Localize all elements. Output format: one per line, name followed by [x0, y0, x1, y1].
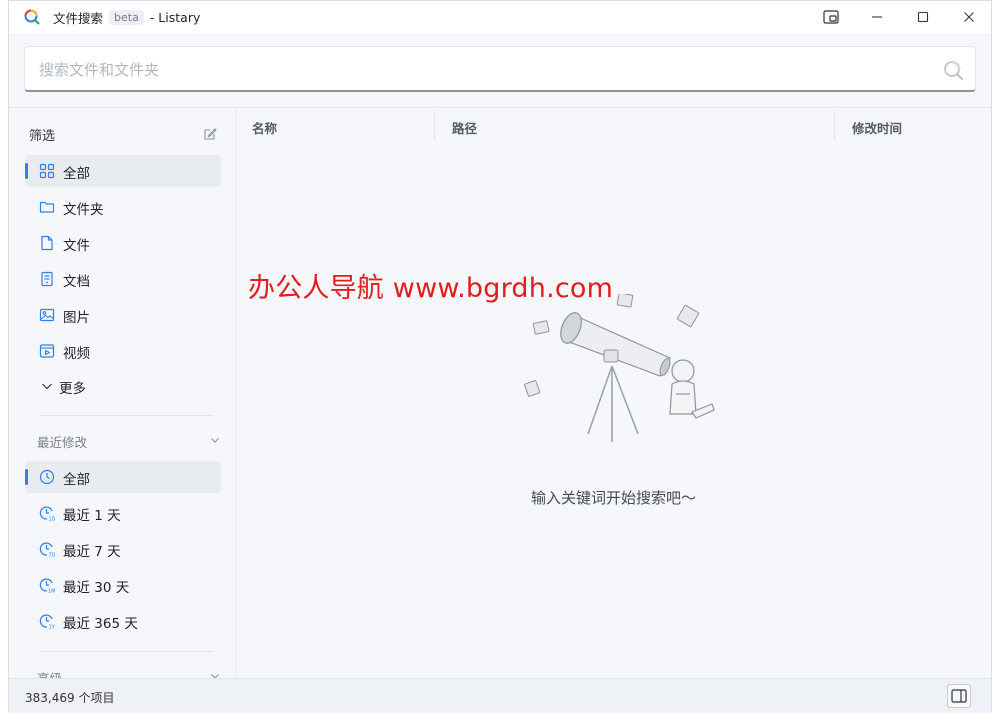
chevron-down-icon[interactable] — [209, 670, 221, 678]
filter-files[interactable]: 文件 — [25, 227, 221, 259]
filter-sidebar: 筛选 全部 文件夹 文件 文档 图片 视频 更多 最近修改 全部 1D 最近 1… — [9, 108, 236, 678]
filter-title: 筛选 — [29, 129, 56, 144]
clock-1d-icon: 1D — [39, 506, 56, 522]
filter-label: 文件夹 — [63, 202, 104, 218]
filter-videos[interactable]: 视频 — [25, 335, 221, 367]
recent-label: 最近 1 天 — [63, 508, 121, 524]
close-button[interactable] — [946, 1, 992, 33]
search-icon[interactable] — [941, 58, 965, 82]
app-window: 文件搜索 beta - Listary 搜索文件和文件夹 筛选 全部 文件夹 文… — [8, 0, 992, 713]
compact-window-icon — [823, 10, 839, 24]
window-title-text: 文件搜索 — [53, 11, 104, 26]
toggle-preview-panel-button[interactable] — [947, 684, 971, 708]
compact-mode-button[interactable] — [808, 1, 854, 33]
title-bar[interactable]: 文件搜索 beta - Listary — [9, 1, 991, 33]
document-icon — [41, 271, 53, 287]
filter-folders[interactable]: 文件夹 — [25, 191, 221, 223]
column-header-name[interactable]: 名称 — [236, 108, 434, 142]
search-box[interactable] — [24, 46, 976, 92]
recent-label: 最近 365 天 — [63, 616, 138, 632]
filter-label: 文档 — [63, 274, 90, 290]
maximize-icon — [917, 11, 929, 23]
app-name: - Listary — [149, 10, 201, 25]
search-area — [9, 33, 991, 108]
filter-label: 图片 — [63, 310, 90, 326]
recent-365-days[interactable]: 1Y 最近 365 天 — [25, 605, 221, 637]
filter-images[interactable]: 图片 — [25, 299, 221, 331]
empty-state-message: 输入关键词开始搜索吧～ — [530, 489, 696, 507]
recent-all[interactable]: 全部 — [25, 461, 221, 493]
clock-7d-icon: 7D — [39, 542, 56, 558]
chevron-down-icon — [42, 383, 52, 390]
recent-1-day[interactable]: 1D 最近 1 天 — [25, 497, 221, 529]
minimize-icon — [872, 16, 882, 18]
recent-label: 最近 7 天 — [63, 544, 121, 560]
filter-label: 全部 — [63, 166, 90, 182]
recent-label: 全部 — [63, 472, 90, 488]
maximize-button[interactable] — [900, 1, 946, 33]
grid-icon — [39, 163, 55, 179]
item-count: 383,469 个项目 — [25, 691, 115, 705]
file-icon — [41, 235, 53, 251]
close-icon — [964, 12, 974, 22]
column-path-label: 路径 — [452, 121, 478, 136]
window-title: 文件搜索 beta - Listary — [53, 8, 200, 27]
clock-1d-sub: 1D — [49, 517, 56, 522]
folder-icon — [39, 201, 55, 213]
filter-all[interactable]: 全部 — [25, 155, 221, 187]
minimize-button[interactable] — [854, 1, 900, 33]
watermark-text: 办公人导航 www.bgrdh.com — [248, 273, 614, 304]
clock-icon — [39, 469, 55, 485]
recent-7-days[interactable]: 7D 最近 7 天 — [25, 533, 221, 565]
edit-filter-icon[interactable] — [203, 127, 217, 141]
beta-badge: beta — [109, 10, 144, 25]
filter-label: 文件 — [63, 238, 90, 254]
results-panel: 名称 路径 修改时间 输入关键词开始搜索吧～ 办公人导航 www.bgrdh.c… — [236, 108, 991, 678]
filter-documents[interactable]: 文档 — [25, 263, 221, 295]
filter-label: 视频 — [63, 346, 90, 362]
chevron-down-icon[interactable] — [209, 434, 221, 446]
telescope-illustration — [524, 294, 715, 442]
column-header-path[interactable]: 路径 — [435, 108, 834, 142]
search-input[interactable] — [37, 57, 921, 83]
image-icon — [39, 308, 55, 322]
recent-modified-title[interactable]: 最近修改 — [37, 432, 87, 451]
side-panel-icon — [951, 689, 967, 703]
recent-30-days[interactable]: 1M 最近 30 天 — [25, 569, 221, 601]
clock-7d-sub: 7D — [49, 553, 56, 558]
tripod-icon — [587, 365, 639, 442]
column-modified-label: 修改时间 — [852, 121, 903, 136]
recent-label: 最近 30 天 — [63, 580, 130, 596]
filter-label: 更多 — [59, 381, 86, 397]
clock-1y-sub: 1Y — [49, 625, 56, 630]
filter-more[interactable]: 更多 — [25, 370, 221, 402]
listary-logo-icon — [24, 9, 40, 25]
telescope-tube-icon — [560, 312, 671, 377]
clock-1m-sub: 1M — [48, 589, 55, 594]
sidebar-divider — [39, 415, 213, 416]
status-bar: 383,469 个项目 — [9, 678, 991, 713]
clock-1y-icon: 1Y — [39, 614, 56, 630]
advanced-title[interactable]: 高级 — [37, 668, 62, 678]
column-name-label: 名称 — [252, 121, 278, 136]
column-header-modified[interactable]: 修改时间 — [835, 108, 991, 142]
clock-1m-icon: 1M — [39, 578, 55, 594]
astronaut-icon — [669, 359, 715, 419]
video-icon — [39, 344, 55, 358]
sidebar-divider — [39, 651, 213, 652]
